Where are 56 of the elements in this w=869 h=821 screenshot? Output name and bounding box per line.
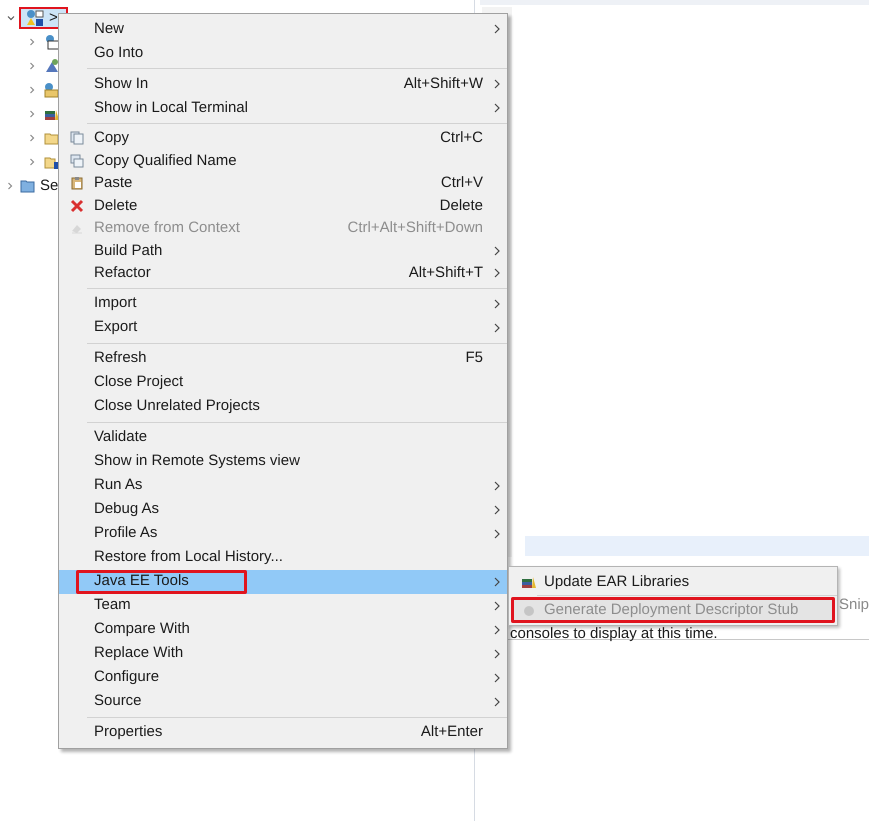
shortcut-label: Delete: [440, 196, 483, 216]
menu-item[interactable]: Update EAR Libraries: [511, 569, 835, 595]
folder-icon: [20, 179, 36, 193]
project-name: >: [49, 8, 58, 28]
menu-item[interactable]: Configure: [59, 666, 507, 690]
menu-item[interactable]: Compare With: [59, 618, 507, 642]
menu-item[interactable]: Show in Remote Systems view: [59, 450, 507, 474]
expand-chevron-icon[interactable]: [28, 158, 36, 166]
menu-item[interactable]: Delete Delete: [59, 194, 507, 217]
menu-item[interactable]: Run As: [59, 474, 507, 498]
menu-item[interactable]: Export: [59, 316, 507, 340]
shortcut-label: Alt+Shift+W: [404, 74, 483, 94]
console-message: consoles to display at this time.: [510, 627, 718, 641]
expand-chevron-icon[interactable]: [7, 14, 15, 22]
shortcut-label: F5: [465, 348, 483, 368]
menu-item[interactable]: Copy Qualified Name: [59, 150, 507, 172]
menu-item[interactable]: Debug As: [59, 498, 507, 522]
tree-item[interactable]: Se: [40, 174, 58, 198]
copy-icon: [70, 131, 84, 146]
menu-item[interactable]: Refactor Alt+Shift+T: [59, 262, 507, 284]
menu-item[interactable]: Copy Ctrl+C: [59, 127, 507, 150]
menu-item[interactable]: Properties Alt+Enter: [59, 720, 507, 744]
expand-chevron-icon[interactable]: [28, 38, 36, 46]
menu-item[interactable]: Refresh F5: [59, 346, 507, 370]
menu-item[interactable]: Show in Local Terminal: [59, 96, 507, 120]
menu-item[interactable]: Source: [59, 690, 507, 714]
menu-item[interactable]: Show In Alt+Shift+W: [59, 72, 507, 96]
project-icon: [25, 9, 45, 27]
delete-icon: [70, 198, 84, 213]
menu-item[interactable]: Validate: [59, 426, 507, 450]
expand-chevron-icon[interactable]: [28, 62, 36, 70]
menu-item[interactable]: Restore from Local History...: [59, 546, 507, 570]
shortcut-label: Alt+Shift+T: [408, 263, 483, 283]
expand-chevron-icon[interactable]: [28, 134, 36, 142]
shortcut-label: Ctrl+C: [440, 128, 483, 148]
shortcut-label: Alt+Enter: [420, 722, 483, 742]
menu-item[interactable]: Build Path: [59, 240, 507, 262]
clipboard-icon: [70, 176, 84, 190]
menu-item[interactable]: Close Unrelated Projects: [59, 394, 507, 418]
menu-item[interactable]: Team: [59, 594, 507, 618]
expand-chevron-icon[interactable]: [28, 110, 36, 118]
server-icon: [44, 58, 60, 74]
menu-item[interactable]: Go Into: [59, 41, 507, 65]
shortcut-label: Ctrl+Alt+Shift+Down: [348, 218, 483, 238]
shortcut-label: Ctrl+V: [440, 173, 483, 193]
copy-icon: [70, 154, 84, 168]
menu-item[interactable]: Close Project: [59, 370, 507, 394]
menu-item[interactable]: Replace With: [59, 642, 507, 666]
expand-chevron-icon[interactable]: [6, 182, 14, 190]
menu-item[interactable]: Profile As: [59, 522, 507, 546]
menu-item[interactable]: Java EE Tools: [59, 570, 507, 594]
books-icon: [521, 575, 537, 589]
menu-item[interactable]: Paste Ctrl+V: [59, 172, 507, 194]
folder-icon: [44, 82, 60, 98]
menu-item[interactable]: Import: [59, 292, 507, 316]
expand-chevron-icon[interactable]: [28, 86, 36, 94]
